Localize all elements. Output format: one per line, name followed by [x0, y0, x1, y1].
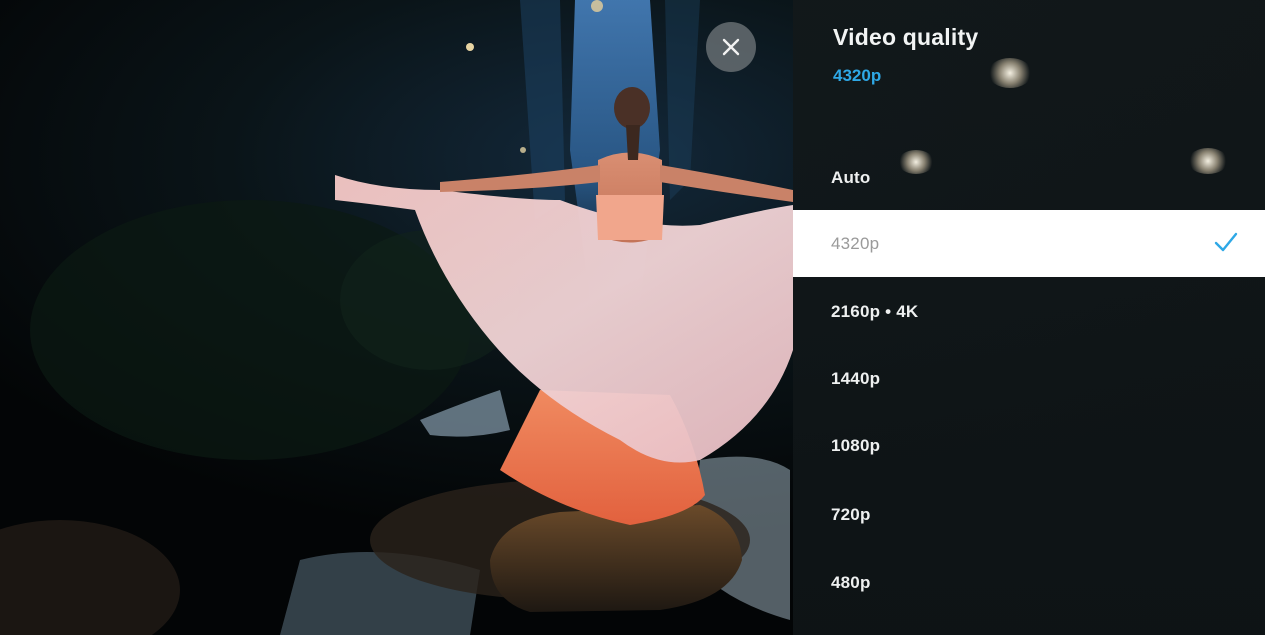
- quality-option-1080p[interactable]: 1080p: [793, 412, 1265, 479]
- video-quality-panel: Video quality 4320p Auto 4320p 2160p • 4…: [793, 0, 1265, 635]
- video-player-screen: Video quality 4320p Auto 4320p 2160p • 4…: [0, 0, 1265, 635]
- quality-option-label: 2160p • 4K: [831, 301, 919, 321]
- quality-option-label: 1440p: [831, 368, 881, 388]
- quality-option-auto[interactable]: Auto: [793, 144, 1265, 211]
- quality-option-1440p[interactable]: 1440p: [793, 345, 1265, 412]
- close-button[interactable]: [706, 22, 756, 72]
- current-quality: 4320p: [833, 66, 882, 85]
- quality-option-4320p[interactable]: 4320p: [793, 210, 1265, 277]
- quality-option-label: 480p: [831, 572, 871, 592]
- quality-option-label: 720p: [831, 504, 871, 524]
- panel-title: Video quality: [833, 24, 979, 50]
- close-icon: [722, 38, 740, 56]
- quality-option-2160p[interactable]: 2160p • 4K: [793, 278, 1265, 345]
- checkmark-icon: [1214, 232, 1238, 252]
- quality-option-label: 1080p: [831, 435, 881, 455]
- quality-option-720p[interactable]: 720p: [793, 481, 1265, 548]
- quality-option-480p[interactable]: 480p: [793, 549, 1265, 616]
- quality-option-label: Auto: [831, 167, 871, 187]
- background-light: [988, 58, 1032, 88]
- quality-option-label: 4320p: [831, 233, 880, 253]
